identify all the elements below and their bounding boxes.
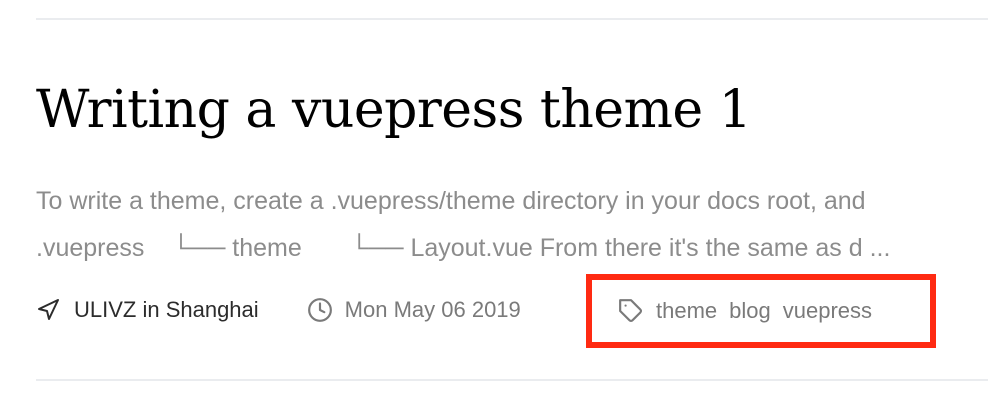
navigation-arrow-icon xyxy=(36,298,60,322)
post-tags: theme blog vuepress xyxy=(586,274,936,348)
post-meta: ULIVZ in Shanghai Mon May 06 2019 xyxy=(36,288,521,332)
tag-link-blog[interactable]: blog xyxy=(729,298,771,324)
post-title[interactable]: Writing a vuepress theme 1 xyxy=(36,74,752,146)
post-date: Mon May 06 2019 xyxy=(307,297,521,323)
bottom-divider xyxy=(36,379,988,381)
top-divider xyxy=(36,18,988,20)
tag-icon xyxy=(618,298,644,324)
date-label: Mon May 06 2019 xyxy=(344,297,521,322)
excerpt-line: To write a theme, create a .vuepress/the… xyxy=(36,187,866,215)
clock-icon xyxy=(307,297,333,323)
post-excerpt: To write a theme, create a .vuepress/the… xyxy=(36,178,988,272)
tag-link-theme[interactable]: theme xyxy=(656,298,717,324)
post-author: ULIVZ in Shanghai xyxy=(36,297,259,323)
tag-link-vuepress[interactable]: vuepress xyxy=(783,298,872,324)
excerpt-line: .vuepress └── theme └── Layout.vue From … xyxy=(36,234,891,262)
author-label: ULIVZ in Shanghai xyxy=(74,297,259,322)
